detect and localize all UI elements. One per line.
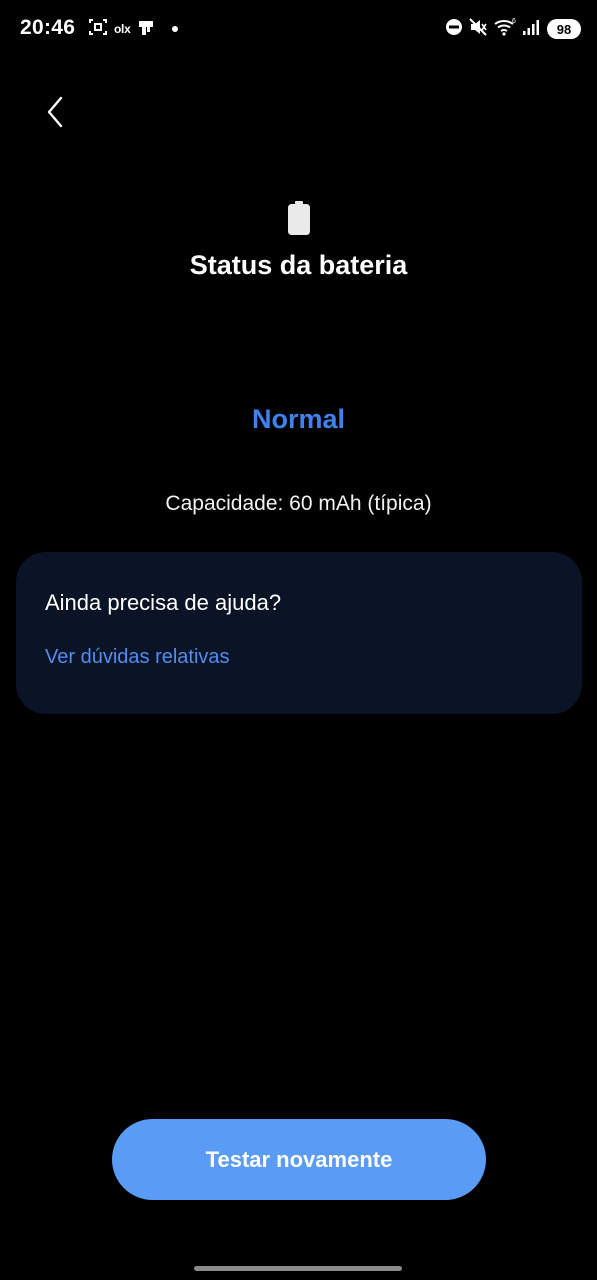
- page-title: Status da bateria: [189, 250, 408, 280]
- shopping-bag-icon: [136, 17, 156, 42]
- wifi-icon: 6: [493, 17, 517, 42]
- signal-icon: [522, 18, 542, 41]
- olx-icon: olx: [114, 22, 131, 36]
- battery-status-value: Normal: [251, 404, 346, 434]
- help-card: Ainda precisa de ajuda? Ver dúvidas rela…: [16, 552, 582, 714]
- dot-icon: [172, 26, 179, 32]
- status-time: 20:46: [20, 16, 76, 39]
- status-right-icons: 6 98: [445, 17, 581, 41]
- battery-capacity: Capacidade: 60 mAh (típica): [165, 492, 432, 515]
- status-left-icons: olx: [88, 17, 179, 42]
- battery-level-badge: 98: [547, 19, 581, 39]
- back-button[interactable]: [34, 92, 78, 136]
- chevron-left-icon: [46, 96, 66, 133]
- screenshot-icon: [88, 17, 108, 42]
- help-card-title: Ainda precisa de ajuda?: [45, 590, 282, 615]
- retest-button[interactable]: Testar novamente: [112, 1119, 486, 1200]
- do-not-disturb-icon: [445, 18, 463, 41]
- mute-icon: [468, 17, 488, 42]
- svg-text:6: 6: [512, 18, 516, 25]
- battery-icon: [288, 201, 310, 235]
- home-indicator[interactable]: [194, 1266, 402, 1271]
- related-questions-link[interactable]: Ver dúvidas relativas: [45, 646, 230, 669]
- status-bar: 20:46 olx 6 98: [0, 0, 597, 60]
